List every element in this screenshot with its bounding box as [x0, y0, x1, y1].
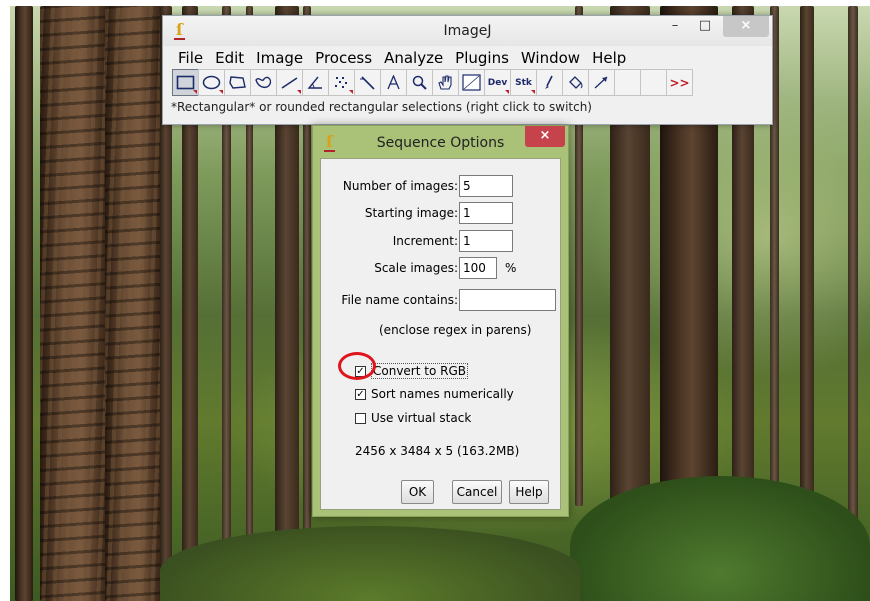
sort-names-numerically-checkbox[interactable]: ✓ Sort names numerically: [355, 387, 514, 401]
menu-window[interactable]: Window: [515, 48, 586, 68]
menu-edit[interactable]: Edit: [209, 48, 250, 68]
menu-help[interactable]: Help: [586, 48, 632, 68]
checkbox-unchecked-icon: [355, 412, 366, 424]
tree-trunk: [105, 6, 167, 601]
scale-images-label: Scale images:: [374, 261, 458, 275]
close-icon[interactable]: ×: [525, 126, 565, 147]
menu-file[interactable]: File: [172, 48, 209, 68]
use-virtual-stack-checkbox[interactable]: Use virtual stack: [355, 411, 471, 425]
text-tool-icon[interactable]: [380, 69, 407, 96]
dialog-titlebar[interactable]: ſ Sequence Options ×: [313, 126, 568, 158]
num-images-label: Number of images:: [342, 179, 458, 193]
imagej-titlebar[interactable]: ſ ImageJ – □ ×: [163, 16, 772, 46]
empty-tool-slot[interactable]: [640, 69, 667, 96]
help-button[interactable]: Help: [509, 480, 549, 504]
starting-image-label: Starting image:: [364, 206, 458, 220]
cancel-button[interactable]: Cancel: [452, 480, 502, 504]
magnifier-tool-icon: [412, 75, 427, 90]
flood-fill-tool-icon: [569, 76, 583, 89]
line-tool-icon: [281, 77, 298, 89]
menu-process[interactable]: Process: [309, 48, 378, 68]
close-icon[interactable]: ×: [723, 16, 769, 37]
tool-bar: Dev Stk >>: [172, 69, 693, 96]
rectangle-tool-icon: [176, 75, 195, 90]
imagej-window: ſ ImageJ – □ × File Edit Image Process A…: [162, 15, 773, 125]
arrow-tool-icon[interactable]: [588, 69, 615, 96]
menu-bar: File Edit Image Process Analyze Plugins …: [172, 48, 632, 68]
convert-to-rgb-checkbox[interactable]: ✓ Convert to RGB: [355, 363, 468, 379]
image-size-info: 2456 x 3484 x 5 (163.2MB): [355, 444, 520, 458]
magnifier-tool-icon[interactable]: [406, 69, 433, 96]
tree-trunk: [15, 6, 33, 601]
virtual-stack-label: Use virtual stack: [371, 411, 472, 425]
sequence-options-dialog: ſ Sequence Options × Number of images: S…: [312, 125, 569, 517]
maximize-icon[interactable]: □: [691, 16, 719, 37]
point-tool-icon: [335, 77, 347, 88]
menu-plugins[interactable]: Plugins: [449, 48, 515, 68]
freehand-tool-icon[interactable]: [250, 69, 277, 96]
scale-unit: %: [505, 261, 517, 275]
increment-input[interactable]: [459, 230, 513, 252]
scroll-tool-icon: [438, 75, 452, 90]
checkbox-checked-icon: ✓: [355, 365, 366, 377]
dev-tool-label: Dev: [487, 77, 508, 88]
sort-names-label: Sort names numerically: [371, 387, 514, 401]
scroll-tool-icon[interactable]: [432, 69, 459, 96]
file-name-contains-input[interactable]: [459, 289, 556, 311]
color-picker-tool-icon[interactable]: [458, 69, 485, 96]
regex-hint: (enclose regex in parens): [379, 323, 532, 337]
text-tool-icon: [387, 75, 400, 90]
fern-foliage: [570, 476, 870, 601]
status-bar: *Rectangular* or rounded rectangular sel…: [171, 100, 592, 114]
polygon-tool-icon[interactable]: [224, 69, 251, 96]
rectangle-tool-icon[interactable]: [172, 69, 199, 96]
dialog-body: Number of images: Starting image: Increm…: [320, 158, 561, 510]
menu-image[interactable]: Image: [250, 48, 309, 68]
ok-button[interactable]: OK: [401, 480, 434, 504]
increment-label: Increment:: [392, 234, 458, 248]
point-tool-icon[interactable]: [328, 69, 355, 96]
polygon-tool-icon: [229, 76, 246, 89]
freehand-tool-icon: [255, 76, 272, 89]
angle-tool-icon: [307, 76, 322, 89]
wand-tool-icon: [360, 76, 375, 90]
dev-tool[interactable]: Dev: [484, 69, 511, 96]
menu-analyze[interactable]: Analyze: [378, 48, 449, 68]
scale-images-input[interactable]: [459, 257, 497, 279]
tree-trunk: [40, 6, 115, 601]
arrow-tool-icon: [594, 76, 608, 89]
starting-image-input[interactable]: [459, 202, 513, 224]
brush-tool-icon: [545, 75, 553, 89]
convert-to-rgb-label: Convert to RGB: [371, 363, 468, 379]
num-images-input[interactable]: [459, 175, 513, 197]
brush-tool-icon[interactable]: [536, 69, 563, 96]
flood-fill-tool-icon[interactable]: [562, 69, 589, 96]
tree-trunk: [848, 6, 858, 526]
line-tool-icon[interactable]: [276, 69, 303, 96]
file-name-contains-label: File name contains:: [341, 293, 458, 307]
oval-tool-icon: [202, 75, 221, 90]
checkbox-checked-icon: ✓: [355, 388, 366, 400]
empty-tool-slot[interactable]: [614, 69, 641, 96]
angle-tool-icon[interactable]: [302, 69, 329, 96]
tree-trunk: [800, 6, 814, 506]
more-tools-icon[interactable]: >>: [666, 69, 693, 96]
stk-tool[interactable]: Stk: [510, 69, 537, 96]
color-picker-tool-icon: [462, 74, 481, 91]
minimize-icon[interactable]: –: [661, 16, 689, 37]
oval-tool-icon[interactable]: [198, 69, 225, 96]
wand-tool-icon[interactable]: [354, 69, 381, 96]
stk-tool-label: Stk: [515, 77, 532, 88]
